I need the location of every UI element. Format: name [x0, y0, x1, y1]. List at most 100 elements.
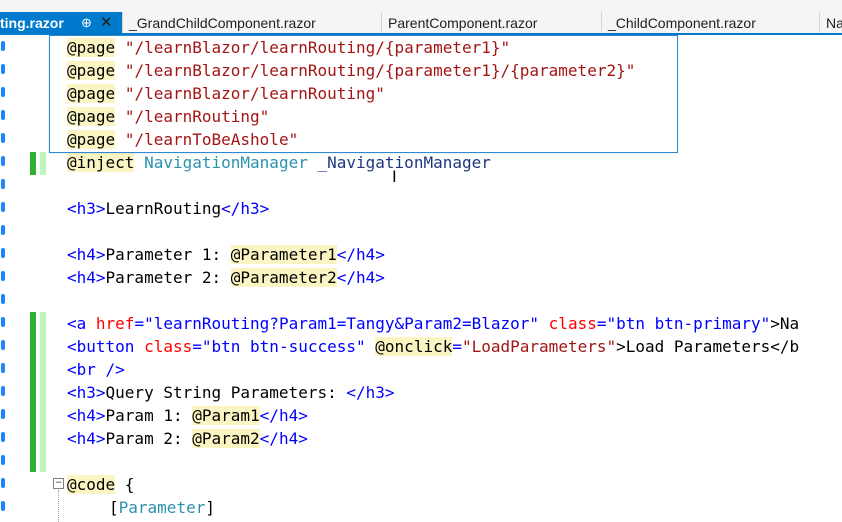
attr-value: "btn btn-success" [201, 337, 366, 356]
gutter-marker [1, 64, 5, 74]
tab-label: ting.razor [0, 15, 64, 31]
directive: @inject [67, 153, 135, 172]
editor-gutter [0, 35, 8, 522]
gutter-marker [1, 386, 5, 396]
razor-expression: @Param2 [192, 429, 260, 448]
change-marker-inject-light [40, 152, 46, 175]
tag-open: <h3> [67, 383, 106, 402]
tag-close: </h3> [221, 199, 270, 218]
tab-grandchild-component[interactable]: _GrandChildComponent.razor [123, 12, 382, 35]
popup-line-5[interactable]: @page "/learnToBeAshole" [67, 128, 298, 151]
bracket-close: ] [205, 498, 215, 517]
brace: { [115, 475, 135, 494]
attr-class: class [144, 337, 193, 356]
attr-href: href [95, 314, 135, 333]
code-line-h4-param2[interactable]: <h4>Param 2: @Param2</h4> [67, 427, 308, 450]
attr-onclick: @onclick [375, 337, 453, 356]
tag-close: </h4> [259, 429, 308, 448]
directive: @page [67, 84, 116, 103]
directive: @page [67, 130, 116, 149]
change-marker-inject [30, 152, 36, 175]
bracket-open: [ [109, 498, 119, 517]
popup-line-2[interactable]: @page "/learnBlazor/learnRouting/{parame… [67, 59, 635, 82]
tag-open: <h4> [67, 245, 106, 264]
attribute-name: Parameter [118, 498, 206, 517]
gutter-marker [1, 294, 5, 304]
code-line-inject[interactable]: @inject NavigationManager _NavigationMan… [67, 151, 491, 174]
tab-learn-routing[interactable]: ting.razor ⊕ ✕ [0, 12, 123, 35]
tag-close: </h4> [336, 268, 385, 287]
code-line-h4-parameter2[interactable]: <h4>Parameter 2: @Parameter2</h4> [67, 266, 385, 289]
gutter-marker [1, 340, 5, 350]
text: Param 1: [105, 406, 193, 425]
gutter-marker [1, 363, 5, 373]
text: Parameter 1: [105, 245, 231, 264]
editor-tab-bar: ting.razor ⊕ ✕ _GrandChildComponent.razo… [0, 0, 842, 35]
change-marker-block-light [40, 312, 46, 472]
code-line-h4-parameter1[interactable]: <h4>Parameter 1: @Parameter1</h4> [67, 243, 385, 266]
text: LearnRouting [105, 199, 222, 218]
attr-value: "btn btn-primary" [606, 314, 771, 333]
attr-class: class [548, 314, 597, 333]
gutter-marker [1, 225, 5, 235]
text: Parameter 2: [105, 268, 231, 287]
gutter-marker [1, 202, 5, 212]
code-line-h4-param1[interactable]: <h4>Param 1: @Param1</h4> [67, 404, 308, 427]
gutter-marker [1, 110, 5, 120]
popup-line-1[interactable]: @page "/learnBlazor/learnRouting/{parame… [67, 36, 510, 59]
type-name: NavigationManager [144, 153, 308, 172]
tag-end: >Na [770, 314, 800, 333]
popup-line-3[interactable]: @page "/learnBlazor/learnRouting" [67, 82, 385, 105]
razor-expression: @Parameter2 [230, 268, 337, 287]
directive: @code [67, 475, 116, 494]
page-directives-peek-popup: @page "/learnBlazor/learnRouting/{parame… [49, 35, 678, 153]
tag-close: </h3> [346, 383, 395, 402]
tag-open: <h4> [67, 406, 106, 425]
tab-child-component[interactable]: _ChildComponent.razor [602, 12, 820, 35]
attr-value: "learnRouting?Param1=Tangy&Param2=Blazor… [144, 314, 540, 333]
tab-label: _ChildComponent.razor [608, 15, 756, 31]
razor-expression: @Param1 [192, 406, 260, 425]
change-marker-block [30, 312, 36, 472]
equals: = [192, 337, 202, 356]
tag-open: <h3> [67, 199, 106, 218]
tag-close: </h4> [259, 406, 308, 425]
gutter-marker [1, 432, 5, 442]
route-string: "/learnRouting" [124, 107, 270, 126]
gutter-marker [1, 179, 5, 189]
indent-guide [58, 490, 59, 522]
gutter-marker [1, 87, 5, 97]
popup-line-4[interactable]: @page "/learnRouting" [67, 105, 269, 128]
tab-parent-component[interactable]: ParentComponent.razor [382, 12, 602, 35]
gutter-marker [1, 271, 5, 281]
tag-open: <a [67, 314, 96, 333]
tab-label: ParentComponent.razor [388, 15, 538, 31]
directive: @page [67, 107, 116, 126]
text-cursor-icon: I [392, 167, 397, 186]
equals: = [134, 314, 145, 333]
code-line-br[interactable]: <br /> [67, 358, 125, 381]
directive: @page [67, 38, 116, 57]
gutter-marker [1, 41, 5, 51]
tab-overflow[interactable]: Na [820, 12, 842, 35]
directive: @page [67, 61, 116, 80]
identifier: _NavigationManager [317, 153, 491, 172]
gutter-marker [1, 455, 5, 465]
route-string: "/learnBlazor/learnRouting/{parameter1}/… [124, 61, 636, 80]
code-line-code-block[interactable]: @code { [67, 473, 134, 496]
collapse-toggle-icon[interactable]: − [53, 478, 64, 489]
code-line-h3[interactable]: <h3>LearnRouting</h3> [67, 197, 269, 220]
tab-label: _GrandChildComponent.razor [129, 15, 316, 31]
pin-icon[interactable]: ⊕ [81, 12, 92, 34]
gutter-marker [1, 156, 5, 166]
code-line-h3-query[interactable]: <h3>Query String Parameters: </h3> [67, 381, 395, 404]
code-line-anchor[interactable]: <a href="learnRouting?Param1=Tangy&Param… [67, 312, 799, 335]
code-line-parameter-attribute[interactable]: [Parameter] [109, 496, 215, 519]
attr-value: "LoadParameters" [461, 337, 617, 356]
close-icon[interactable]: ✕ [100, 12, 113, 34]
code-line-button[interactable]: <button class="btn btn-success" @onclick… [67, 335, 799, 358]
text: Param 2: [105, 429, 193, 448]
tag-close: </h4> [336, 245, 385, 264]
text: Query String Parameters: [105, 383, 347, 402]
tag-open: <h4> [67, 268, 106, 287]
